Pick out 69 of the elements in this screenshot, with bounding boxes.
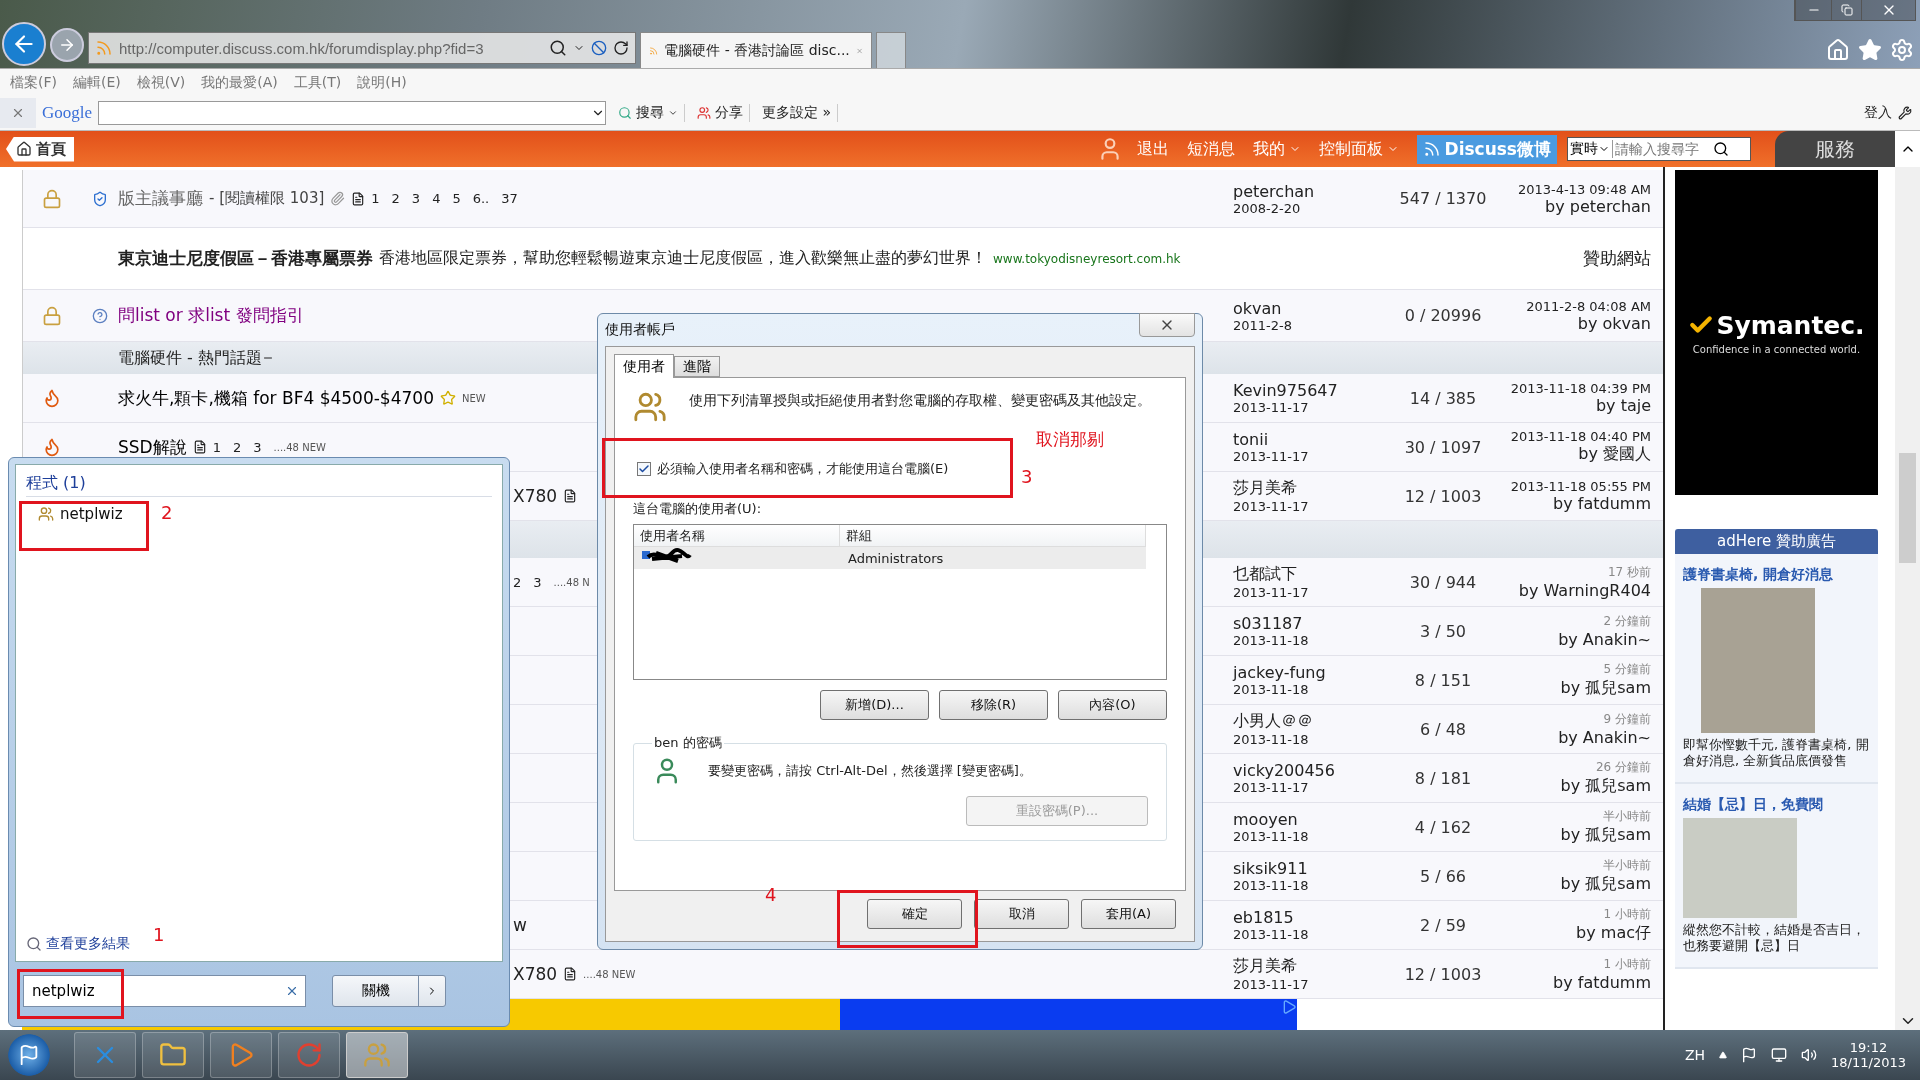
step-number: 1: [153, 924, 165, 945]
last-post-time: 1 小時前: [1603, 956, 1651, 973]
last-post-time: 17 秒前: [1607, 564, 1651, 581]
last-post-time: 半小時前: [1603, 808, 1651, 825]
author-date: 2008-2-20: [1233, 200, 1302, 216]
author-date: 2013-11-17: [1233, 977, 1310, 992]
author-date: 2013-11-18: [1233, 927, 1310, 942]
reply-count: 30 / 1097: [1403, 437, 1483, 457]
reply-count: 547 / 1370: [1398, 189, 1488, 208]
last-post-time: 2013-11-18 04:40 PM: [1510, 429, 1651, 444]
toolbar-logo: Google: [42, 103, 93, 123]
password-hint: 要變更密碼，請按 Ctrl-Alt-Del，然後選擇 [變更密碼]。: [708, 762, 1032, 780]
sponsor-text: 香港地區限定票券，幫助您輕鬆暢遊東京迪士尼度假區，進入歡樂無止盡的夢幻世界！: [379, 248, 987, 269]
reply-count: 5 / 66: [1418, 866, 1468, 886]
author-date: 2013-11-17: [1233, 585, 1310, 600]
reply-count: 30 / 944: [1408, 572, 1478, 592]
ad-tagline: Confidence in a connected world.: [1692, 343, 1861, 355]
last-post-time: 2 分鐘前: [1603, 613, 1651, 630]
results-heading: 程式 (1): [26, 473, 492, 497]
author-date: 2013-11-17: [1233, 449, 1310, 464]
author-date: 2013-11-18: [1233, 878, 1310, 893]
step-number: 3: [1021, 466, 1033, 487]
author-date: 2013-11-17: [1233, 400, 1310, 415]
author-date: 2013-11-18: [1233, 732, 1310, 747]
last-post-time: 2011-2-8 04:08 AM: [1526, 298, 1651, 314]
reply-count: 12 / 1003: [1403, 486, 1483, 506]
step-number: 2: [161, 502, 173, 523]
last-post-time: 2013-11-18 04:39 PM: [1510, 381, 1651, 396]
users-label: 這台電腦的使用者(U):: [633, 500, 763, 518]
reply-count: 6 / 48: [1418, 719, 1468, 739]
new-label: ....48 NEW: [273, 441, 326, 453]
reply-count: 12 / 1003: [1403, 964, 1483, 984]
ad-text: 縱然您不計較，結婚是否吉日，也務要避開【忌】日: [1683, 922, 1866, 954]
section-title: 電腦硬件 - 熱門話題: [118, 347, 262, 369]
new-label: ....48 N: [553, 576, 590, 588]
group-cell-text: Administrators: [847, 551, 945, 566]
last-post-time: 1 小時前: [1603, 906, 1651, 923]
last-post-time: 5 分鐘前: [1603, 661, 1651, 678]
reply-count: 14 / 385: [1408, 388, 1478, 408]
reply-count: 8 / 151: [1413, 670, 1473, 690]
annotation-note: 取消那剔: [1036, 428, 1104, 451]
ad-brand: Symantec.: [1688, 310, 1865, 340]
sponsor-title: 東京迪士尼度假區－香港專屬票券: [118, 247, 373, 270]
dialog-title: 使用者帳戶: [605, 321, 675, 339]
ad-text: 即幫你慳數千元, 護脊書桌椅, 開倉好消息, 全新貨品底價發售: [1683, 737, 1870, 769]
last-post-time: 2013-11-18 05:55 PM: [1510, 479, 1651, 494]
reply-count: 8 / 181: [1413, 768, 1473, 788]
author-date: 2011-2-8: [1233, 317, 1293, 333]
reply-count: 3 / 50: [1418, 621, 1468, 641]
last-post-time: 9 分鐘前: [1603, 711, 1651, 728]
author-date: 2013-11-17: [1233, 499, 1310, 514]
author-date: 2013-11-17: [1233, 780, 1310, 795]
step-number: 4: [765, 884, 777, 905]
reply-count: 4 / 162: [1413, 817, 1473, 837]
dialog-description: 使用下列清單授與或拒絕使用者對您電腦的存取權、變更密碼及其他設定。: [689, 391, 1152, 410]
group-title: ben 的密碼: [653, 734, 723, 752]
last-post-time: 2013-4-13 09:48 AM: [1517, 181, 1651, 197]
sponsor-label: 贊助網站: [1583, 247, 1651, 270]
author-date: 2013-11-18: [1233, 633, 1310, 648]
last-post-time: 半小時前: [1603, 857, 1651, 874]
new-label: ....48 NEW: [583, 968, 636, 980]
author-date: 2013-11-18: [1233, 829, 1310, 844]
permission-label: - [閱讀權限 103]: [209, 189, 325, 208]
reply-count: 0 / 20996: [1403, 306, 1483, 325]
reply-count: 2 / 59: [1418, 915, 1468, 935]
author-date: 2013-11-18: [1233, 682, 1310, 697]
new-label: NEW: [461, 392, 486, 404]
ad-header: adHere 贊助廣告: [1675, 529, 1878, 554]
last-post-time: 26 分鐘前: [1595, 759, 1651, 776]
